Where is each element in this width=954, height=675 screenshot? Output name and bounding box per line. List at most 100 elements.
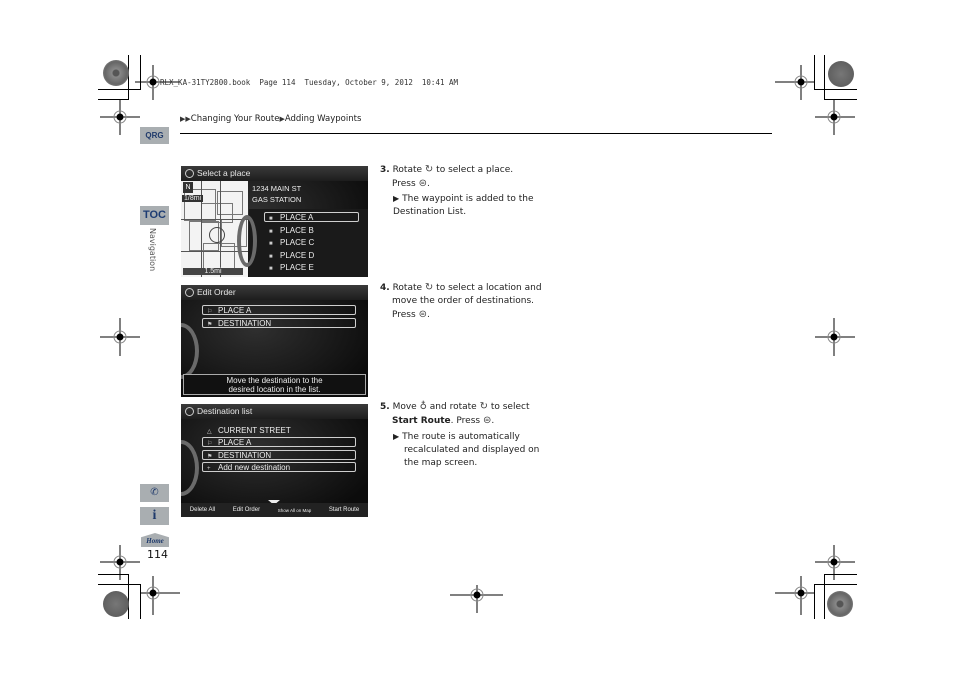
crosshair-icon: [815, 100, 855, 135]
step-5-note: ▶ The route is automatically recalculated…: [393, 430, 543, 470]
list-item[interactable]: ■ PLACE C: [264, 237, 359, 247]
step-text: to select a location and: [436, 283, 542, 293]
step-3-note: ▶ The waypoint is added to the Destinatio…: [393, 192, 543, 219]
step-text: move the order of destinations.: [392, 296, 535, 306]
crosshair-icon: [100, 318, 140, 356]
list-item[interactable]: ⚐ PLACE A: [202, 437, 356, 447]
list-item[interactable]: ⚑ DESTINATION: [202, 450, 356, 460]
place-icon: ■: [269, 266, 273, 272]
item-label: DESTINATION: [218, 319, 272, 328]
header-rule: [180, 133, 772, 134]
start-route-button[interactable]: Start Route: [329, 507, 359, 513]
place-icon: ■: [269, 254, 273, 260]
item-label: PLACE A: [280, 213, 314, 222]
step-text: to select a place.: [436, 165, 514, 175]
list-item[interactable]: ■ PLACE D: [264, 250, 359, 260]
place-icon: ■: [269, 241, 273, 247]
list-item[interactable]: ⚐ PLACE A: [202, 305, 356, 315]
step-text: Move: [392, 402, 417, 412]
step-text: .: [426, 310, 430, 320]
step-text: Rotate: [392, 165, 423, 175]
step-text: and rotate: [429, 402, 477, 412]
delete-all-button[interactable]: Delete All: [190, 507, 215, 513]
step-text: Rotate: [392, 283, 423, 293]
add-destination-button[interactable]: + Add new destination: [202, 462, 356, 472]
item-label: DESTINATION: [218, 451, 272, 460]
note-text: The waypoint is added to the Destination…: [393, 194, 534, 217]
screen-title-bar: Destination list: [181, 404, 368, 419]
info-button[interactable]: i: [140, 507, 169, 525]
place-icon: ■: [269, 216, 273, 222]
map-scale-top: 1/8mi: [182, 195, 204, 202]
screen-title: Select a place: [197, 168, 251, 178]
note-text: recalculated and displayed on: [404, 445, 540, 455]
breadcrumb-arrow-icon: ▶▶: [180, 115, 191, 123]
item-label: PLACE A: [218, 306, 252, 315]
current-location-icon: △: [207, 429, 212, 435]
place-icon: ■: [269, 229, 273, 235]
instruction-message: Move the destination to the desired loca…: [183, 374, 366, 395]
breadcrumb-link-changing-route[interactable]: Changing Your Route: [191, 114, 280, 124]
destination-flag-icon: ⚑: [207, 322, 213, 328]
screen-destination-list: Destination list △ CURRENT STREET ⚐ PLACE …: [181, 404, 368, 517]
show-all-on-map-button[interactable]: Show All on Map: [278, 508, 312, 513]
current-location-item: △ CURRENT STREET: [202, 425, 356, 435]
screen-title-bar: Select a place: [181, 166, 368, 181]
screen-edit-order: Edit Order ⚐ PLACE A ⚑ DESTINATION Move th…: [181, 285, 368, 397]
step-4: 4. Rotate ↻ to select a location and mov…: [380, 281, 542, 322]
message-line: desired location in the list.: [228, 385, 321, 394]
screen-select-place: 1/8mi N 1.5mi Select a place 1234 MAIN S…: [181, 166, 368, 277]
interface-dial-rotate-icon: ↻: [424, 282, 434, 293]
step-text: .: [491, 416, 495, 426]
message-line: Move the destination to the: [226, 376, 323, 385]
search-icon: [185, 288, 194, 297]
plus-icon: +: [207, 466, 211, 472]
crosshair-icon: [815, 545, 855, 580]
crosshair-icon: [775, 65, 815, 100]
map-scale-bottom: 1.5mi: [183, 268, 243, 275]
interface-dial-move-icon: ♁: [419, 401, 427, 412]
crosshair-icon: [815, 318, 855, 356]
list-item[interactable]: ■ PLACE B: [264, 225, 359, 235]
screen-title: Edit Order: [197, 287, 236, 297]
start-route-label: Start Route: [392, 416, 451, 426]
list-item[interactable]: ⚑ DESTINATION: [202, 318, 356, 328]
step-text: .: [426, 179, 430, 189]
voice-command-icon: ✆: [150, 487, 159, 498]
interface-dial-press-icon: ⊜: [418, 309, 427, 320]
voice-command-button[interactable]: ✆: [140, 484, 169, 502]
rotary-knob-icon: [237, 215, 257, 267]
screen-title: Destination list: [197, 406, 253, 416]
interface-dial-rotate-icon: ↻: [424, 164, 434, 175]
section-label: Navigation: [148, 228, 157, 272]
note-arrow-icon: ▶: [393, 432, 400, 441]
item-label: CURRENT STREET: [218, 426, 291, 435]
list-item[interactable]: ■ PLACE E: [264, 262, 359, 272]
waypoint-flag-icon: ⚐: [207, 441, 213, 447]
crosshair-icon: [100, 545, 140, 580]
crosshair-icon: [100, 100, 140, 135]
step-text: Press: [392, 179, 416, 189]
edit-order-button[interactable]: Edit Order: [233, 507, 260, 513]
step-3: 3. Rotate ↻ to select a place. Press ⊜.: [380, 163, 513, 191]
address-line: 1234 MAIN ST: [252, 184, 302, 193]
qrg-tab[interactable]: QRG: [140, 127, 169, 144]
crosshair-icon: [775, 576, 815, 615]
crosshair-icon: [450, 585, 503, 613]
waypoint-flag-icon: ⚐: [207, 309, 213, 315]
step-text: to select: [490, 402, 530, 412]
breadcrumb-current[interactable]: Adding Waypoints: [285, 114, 362, 124]
toc-tab[interactable]: TOC: [140, 206, 169, 225]
breadcrumb: ▶▶Changing Your Route▶Adding Waypoints: [180, 114, 361, 124]
item-label: PLACE A: [218, 438, 252, 447]
destination-flag-icon: ⚑: [207, 454, 213, 460]
search-icon: [185, 169, 194, 178]
page-number: 114: [147, 548, 168, 561]
step-number: 4.: [380, 283, 390, 293]
item-label: PLACE B: [280, 226, 314, 235]
north-icon[interactable]: N: [183, 182, 193, 193]
position-crosshair-icon: [209, 227, 225, 243]
item-label: PLACE D: [280, 251, 315, 260]
list-item[interactable]: ■ PLACE A: [264, 212, 359, 222]
interface-dial-rotate-icon: ↻: [479, 401, 488, 412]
